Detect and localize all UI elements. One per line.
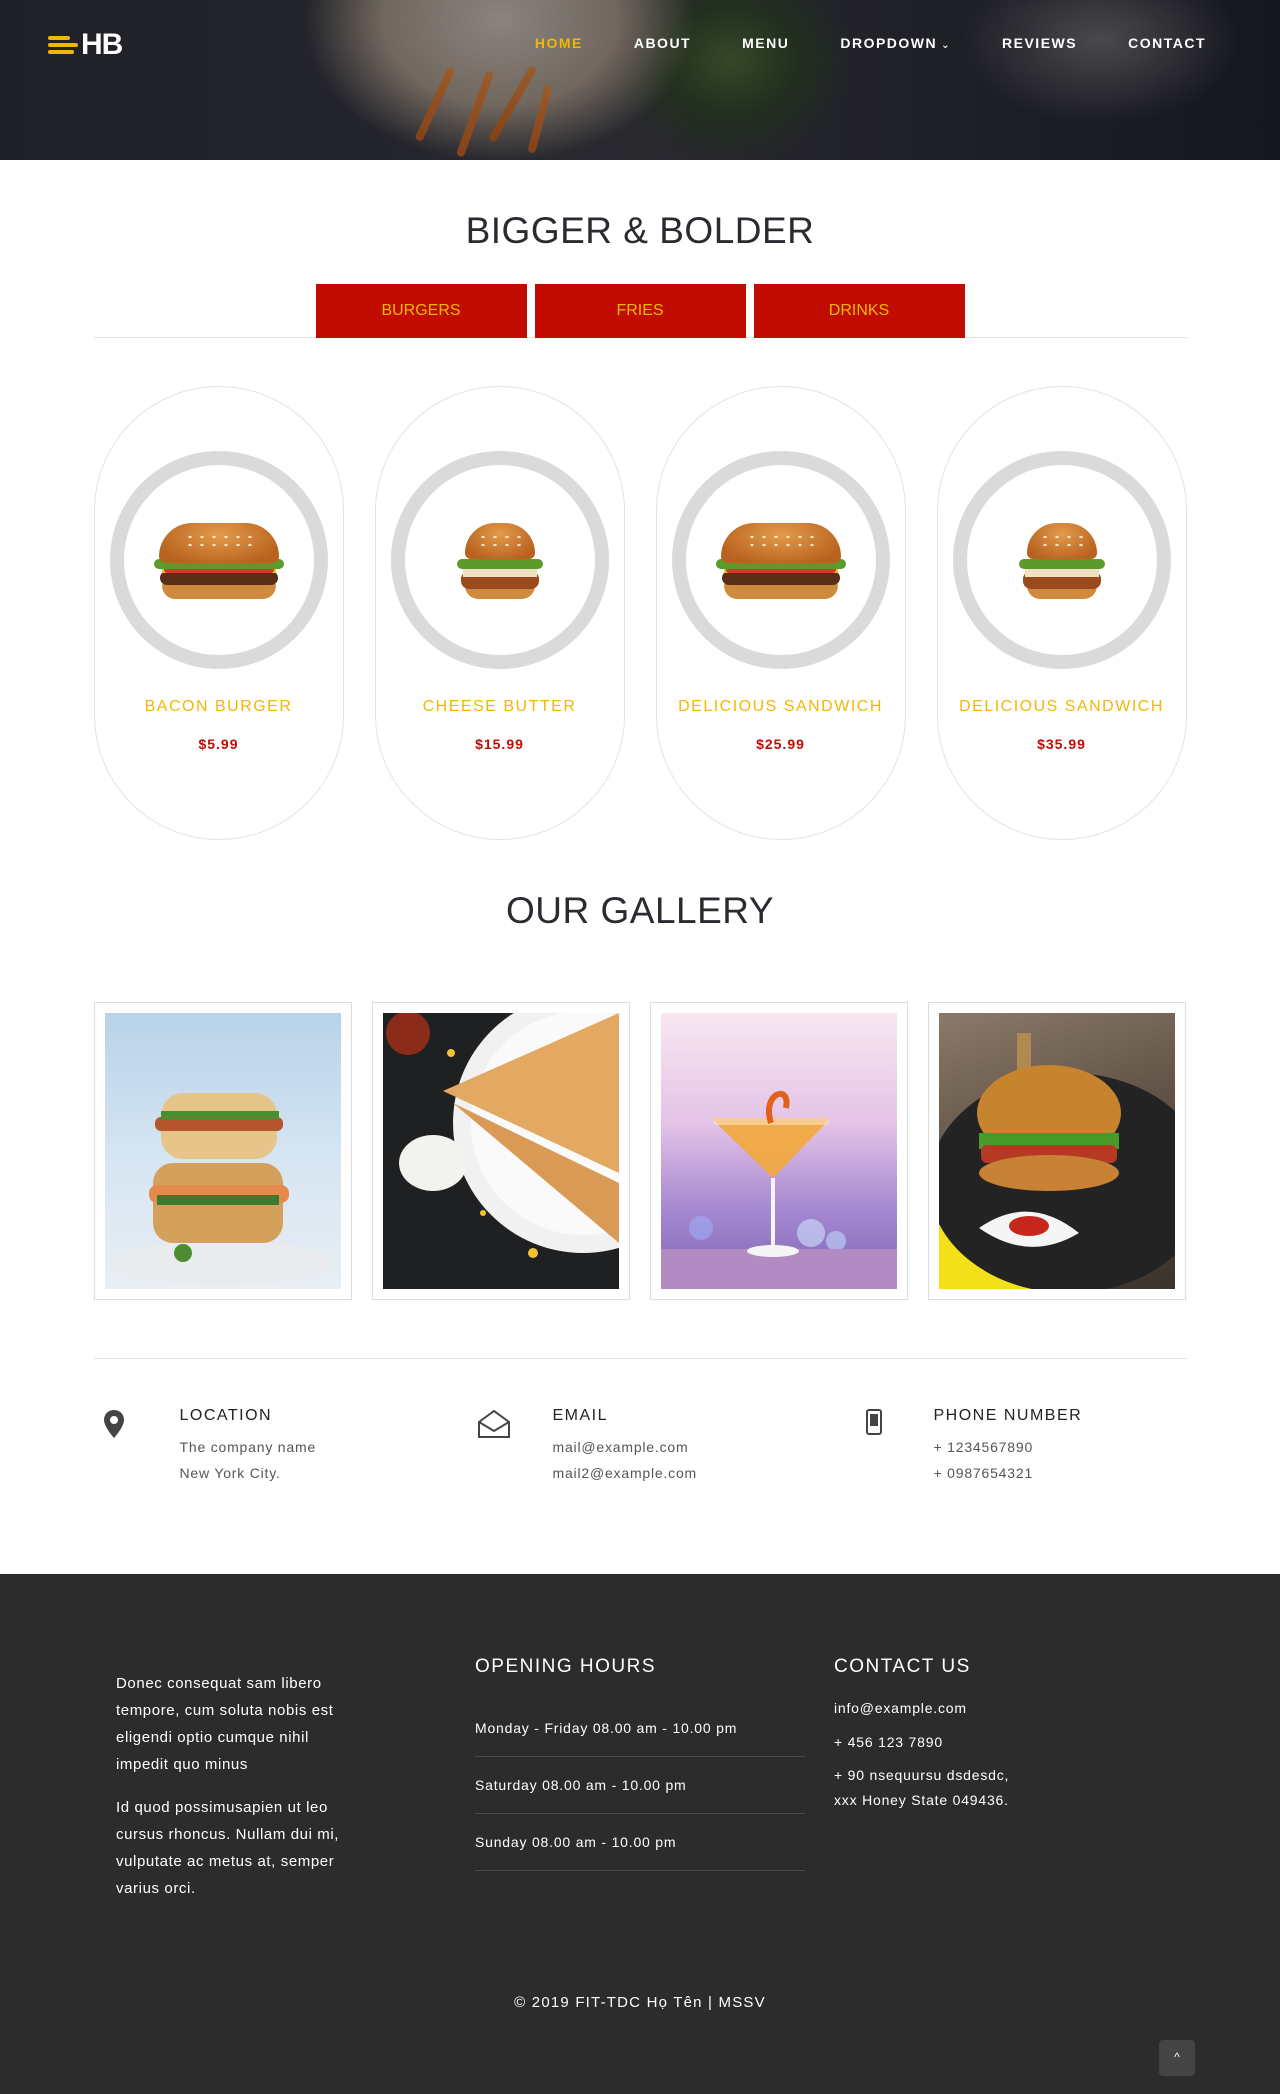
- opening-hours-title: OPENING HOURS: [475, 1656, 657, 1677]
- tab-drinks[interactable]: DRINKS: [753, 284, 965, 338]
- header-overlay: [0, 0, 1280, 160]
- nav-contact[interactable]: CONTACT: [1128, 35, 1206, 51]
- email-line-2[interactable]: mail2@example.com: [553, 1465, 698, 1481]
- burger-image: [997, 515, 1127, 605]
- location-title: LOCATION: [179, 1407, 273, 1424]
- product-card[interactable]: BACON BURGER $5.99: [93, 386, 344, 840]
- location-line-1: The company name: [179, 1439, 317, 1455]
- cocktail-photo: [661, 1013, 898, 1289]
- product-name: DELICIOUS SANDWICH: [678, 698, 883, 715]
- mobile-phone-icon: [854, 1407, 894, 1447]
- envelope-open-icon: [474, 1407, 514, 1447]
- product-card[interactable]: CHEESE BUTTER $15.99: [374, 386, 625, 840]
- location-line-2: New York City.: [179, 1465, 281, 1481]
- nav-menu[interactable]: MENU: [742, 35, 789, 51]
- product-name: BACON BURGER: [144, 698, 293, 715]
- product-image-ring: [109, 451, 328, 669]
- opening-hours-list: Monday - Friday 08.00 am - 10.00 pm Satu…: [475, 1700, 805, 1871]
- hours-row: Monday - Friday 08.00 am - 10.00 pm: [475, 1700, 805, 1757]
- nav-about[interactable]: ABOUT: [634, 35, 691, 51]
- phone-line-2[interactable]: + 0987654321: [934, 1465, 1034, 1481]
- phone-line-1[interactable]: + 1234567890: [934, 1439, 1034, 1455]
- nav-dropdown-label: DROPDOWN: [840, 35, 938, 51]
- footer-address-line-1: + 90 nsequursu dsdesdc,: [834, 1767, 1010, 1783]
- menu-section-title: BIGGER & BOLDER: [465, 210, 815, 251]
- email-title: EMAIL: [552, 1407, 609, 1424]
- burger-plate-photo: [939, 1013, 1176, 1289]
- product-price: $15.99: [475, 736, 524, 752]
- chevron-up-icon: ^: [1174, 2050, 1180, 2064]
- gallery-item[interactable]: [93, 1002, 352, 1300]
- back-to-top-button[interactable]: ^: [1159, 2040, 1195, 2076]
- site-footer: Donec consequat sam libero tempore, cum …: [0, 1574, 1280, 2094]
- tab-burgers[interactable]: BURGERS: [315, 284, 527, 338]
- footer-contact-block: info@example.com + 456 123 7890 + 90 nse…: [834, 1696, 1009, 1813]
- product-price: $25.99: [756, 736, 805, 752]
- burger-image: [435, 515, 565, 605]
- gallery-item[interactable]: [371, 1002, 630, 1300]
- sandwich-photo: [104, 1013, 341, 1289]
- gallery-section-title: OUR GALLERY: [505, 890, 775, 931]
- tab-fries[interactable]: FRIES: [534, 284, 746, 338]
- footer-address-line-2: xxx Honey State 049436.: [834, 1792, 1009, 1808]
- product-price: $5.99: [198, 736, 239, 752]
- product-image-ring: [952, 451, 1171, 669]
- burger-image: [153, 515, 284, 605]
- footer-paragraph-1: Donec consequat sam libero tempore, cum …: [116, 1675, 334, 1773]
- product-name: DELICIOUS SANDWICH: [959, 698, 1164, 715]
- copyright-text: © 2019 FIT-TDC Họ Tên | MSSV: [514, 1994, 766, 2011]
- nav-reviews[interactable]: REVIEWS: [1002, 35, 1077, 51]
- map-pin-icon: [94, 1407, 134, 1447]
- logo-text: HB: [81, 28, 123, 61]
- product-image-ring: [671, 451, 890, 669]
- gallery-item[interactable]: [928, 1002, 1187, 1300]
- footer-paragraph-2: Id quod possimusapien ut leo cursus rhon…: [116, 1799, 340, 1897]
- hours-row: Saturday 08.00 am - 10.00 pm: [475, 1757, 805, 1814]
- product-card[interactable]: DELICIOUS SANDWICH $35.99: [936, 386, 1187, 840]
- product-list: BACON BURGER $5.99 CHEESE BUTTER $15.99 …: [93, 386, 1187, 840]
- menu-tabs-bar: BURGERS FRIES DRINKS: [93, 284, 1187, 338]
- product-image-ring: [390, 451, 609, 669]
- gallery-item[interactable]: [650, 1002, 909, 1300]
- logo-bars-icon: [48, 36, 78, 54]
- toast-photo: [382, 1013, 619, 1289]
- product-card[interactable]: DELICIOUS SANDWICH $25.99: [655, 386, 906, 840]
- contact-us-title: CONTACT US: [834, 1656, 971, 1677]
- chevron-down-icon: ⌄: [941, 40, 952, 51]
- hours-row: Sunday 08.00 am - 10.00 pm: [475, 1814, 805, 1871]
- footer-phone: + 456 123 7890: [834, 1734, 943, 1750]
- email-line-1[interactable]: mail@example.com: [553, 1439, 689, 1455]
- main-nav: HOME ABOUT MENU DROPDOWN ⌄ REVIEWS CONTAC…: [535, 35, 1206, 51]
- nav-dropdown[interactable]: DROPDOWN ⌄: [840, 35, 951, 51]
- gallery-grid: [93, 1002, 1187, 1300]
- nav-home[interactable]: HOME: [535, 35, 583, 51]
- contact-info-row: LOCATION The company name New York City.…: [94, 1359, 1187, 1529]
- site-logo[interactable]: HB: [48, 28, 123, 62]
- phone-title: PHONE NUMBER: [933, 1407, 1083, 1424]
- product-name: CHEESE BUTTER: [422, 698, 577, 715]
- product-price: $35.99: [1037, 736, 1086, 752]
- burger-image: [715, 515, 846, 605]
- hero-header: HB HOME ABOUT MENU DROPDOWN ⌄ REVIEWS CON…: [0, 0, 1280, 160]
- footer-email-link[interactable]: info@example.com: [834, 1700, 967, 1716]
